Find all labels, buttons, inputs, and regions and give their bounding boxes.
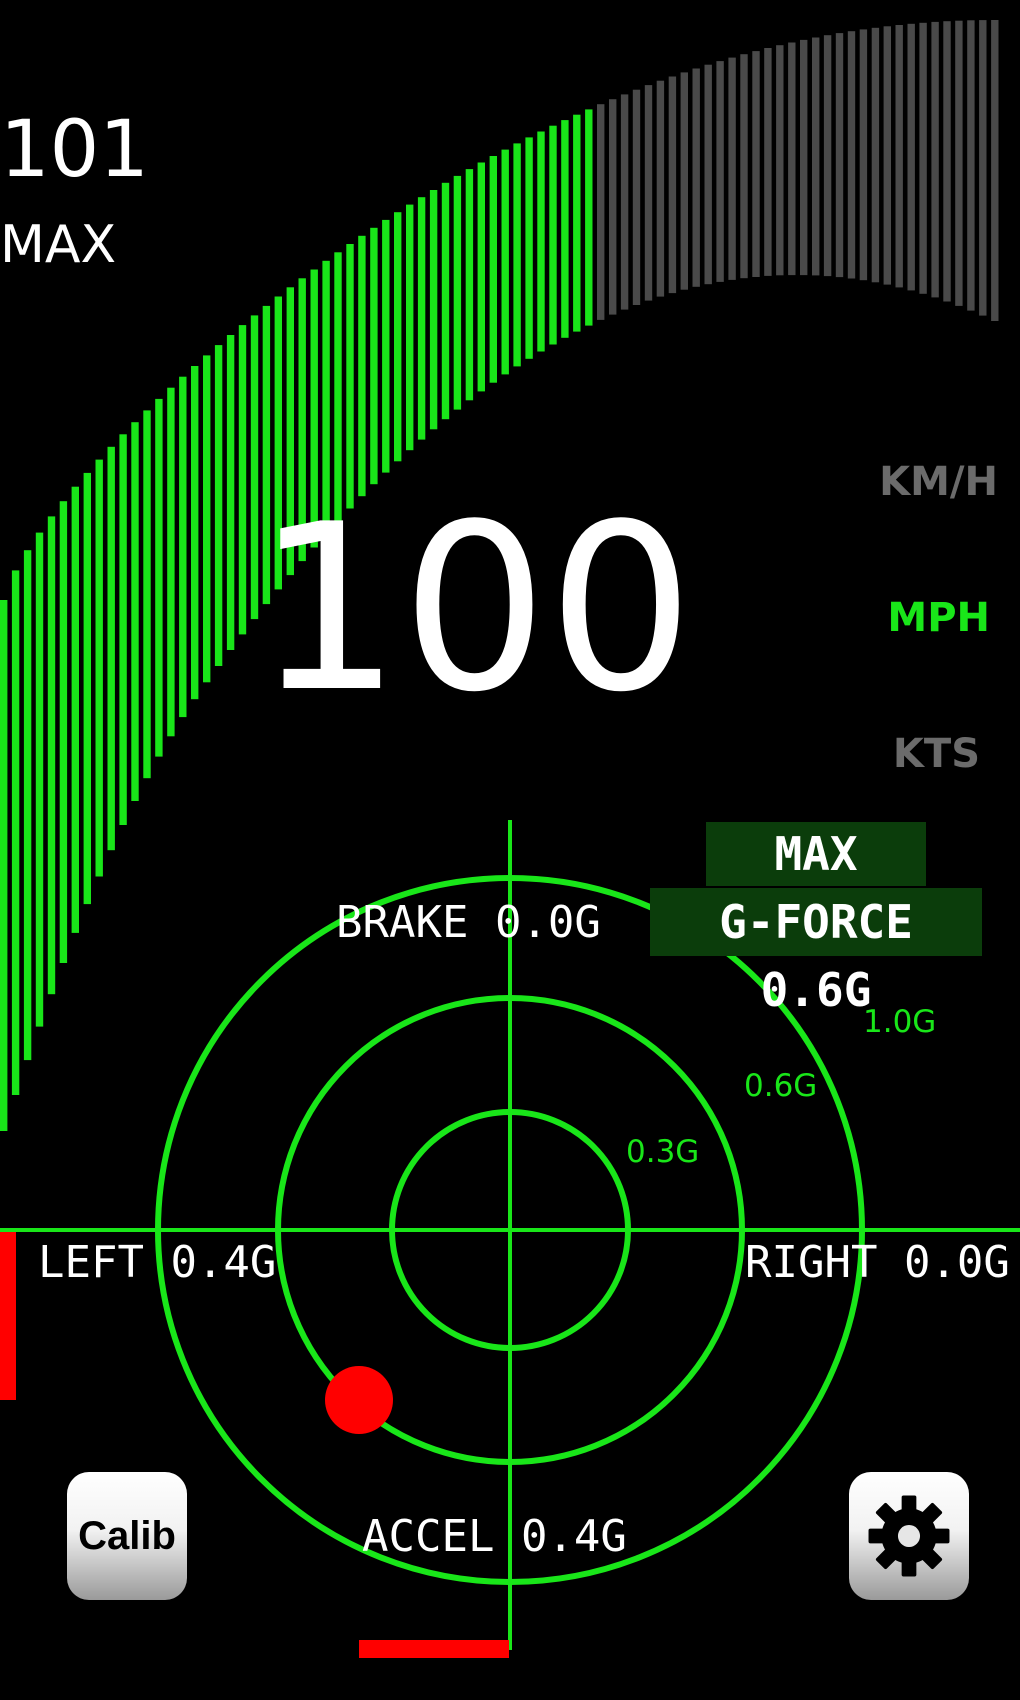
speed-bar bbox=[943, 21, 951, 302]
speed-bar bbox=[35, 532, 44, 1027]
speed-bar bbox=[406, 204, 414, 451]
speed-bar bbox=[620, 94, 629, 310]
speed-bar bbox=[871, 27, 880, 283]
speed-bar bbox=[95, 459, 103, 877]
ring-label-1g: 1.0G bbox=[863, 1004, 937, 1040]
speed-bar bbox=[23, 550, 32, 1061]
speed-bar bbox=[59, 501, 68, 963]
speed-bar bbox=[632, 89, 641, 305]
speed-bar bbox=[382, 219, 390, 473]
speed-bar bbox=[358, 235, 366, 497]
speed-bar bbox=[692, 68, 700, 287]
ring-label-06g: 0.6G bbox=[744, 1068, 818, 1104]
speed-bar bbox=[549, 125, 557, 345]
speed-bar bbox=[585, 109, 593, 326]
speed-bar bbox=[417, 197, 426, 440]
speed-bar bbox=[991, 20, 999, 321]
speed-bar bbox=[525, 137, 533, 359]
speed-bar bbox=[537, 131, 545, 352]
speed-bar bbox=[477, 162, 485, 392]
speed-bar bbox=[680, 72, 688, 290]
speed-bar bbox=[812, 37, 820, 276]
longitudinal-g-bar bbox=[359, 1640, 509, 1658]
speed-bar bbox=[131, 422, 139, 801]
speed-bar bbox=[453, 175, 462, 410]
accel-gforce-label: ACCEL 0.4G bbox=[362, 1511, 627, 1562]
speed-bar bbox=[907, 23, 915, 291]
speed-bar bbox=[823, 35, 832, 277]
speed-bar bbox=[179, 376, 187, 718]
right-gforce-label: RIGHT 0.0G bbox=[745, 1237, 1010, 1288]
speed-bar bbox=[238, 325, 247, 635]
speed-bar bbox=[191, 366, 199, 700]
speed-bar bbox=[155, 398, 163, 757]
speed-bar bbox=[752, 51, 760, 277]
speed-bar bbox=[859, 29, 868, 281]
speed-bar bbox=[513, 143, 521, 367]
speed-bar bbox=[346, 244, 354, 509]
speed-bar bbox=[107, 446, 115, 851]
speed-bar bbox=[561, 120, 569, 338]
speed-bar bbox=[764, 48, 772, 276]
speed-bar bbox=[214, 345, 223, 666]
max-speed-value: 101 bbox=[0, 105, 149, 195]
lateral-g-bar bbox=[0, 1232, 16, 1400]
speed-bar bbox=[919, 22, 927, 294]
speed-bar bbox=[800, 39, 808, 276]
speed-bar bbox=[429, 190, 438, 430]
calibrate-button[interactable]: Calib bbox=[67, 1472, 187, 1600]
speed-bar bbox=[119, 434, 127, 825]
speed-bar bbox=[11, 570, 20, 1095]
current-gforce-readout: G-FORCE 0.6G bbox=[650, 888, 982, 1017]
speed-bar bbox=[0, 600, 8, 1131]
speed-bar bbox=[465, 169, 474, 401]
speed-bar bbox=[441, 182, 450, 420]
ring-label-03g: 0.3G bbox=[626, 1134, 700, 1170]
speed-bar bbox=[668, 76, 677, 294]
speed-bar bbox=[501, 149, 509, 375]
speed-bar bbox=[716, 61, 724, 282]
speed-bar bbox=[226, 335, 235, 650]
current-speed: 100 bbox=[255, 476, 694, 743]
speed-bar bbox=[704, 64, 712, 285]
speed-bar bbox=[573, 114, 581, 332]
speed-bar bbox=[83, 472, 91, 905]
gforce-indicator-dot bbox=[325, 1366, 393, 1434]
max-speed-label: MAX bbox=[0, 215, 117, 275]
speed-bar bbox=[835, 33, 844, 278]
unit-mph-toggle[interactable]: MPH bbox=[887, 596, 990, 640]
speed-bar bbox=[143, 410, 151, 779]
speed-bar bbox=[967, 20, 975, 311]
left-gforce-label: LEFT 0.4G bbox=[38, 1237, 277, 1288]
speed-bar bbox=[203, 355, 211, 683]
speed-bar bbox=[489, 156, 497, 383]
brake-gforce-label: BRAKE 0.0G bbox=[336, 897, 601, 948]
speed-bar bbox=[394, 212, 402, 462]
speed-bar bbox=[883, 26, 891, 285]
speed-bar bbox=[788, 42, 796, 276]
speed-bar bbox=[728, 57, 736, 280]
speed-bar bbox=[644, 85, 653, 301]
speed-bar bbox=[955, 20, 963, 306]
speed-bar bbox=[370, 227, 378, 485]
unit-kts-toggle[interactable]: KTS bbox=[893, 732, 980, 776]
speed-bar bbox=[167, 387, 175, 737]
speed-bar bbox=[656, 80, 665, 297]
speed-bar bbox=[47, 516, 56, 995]
speed-bar bbox=[931, 21, 939, 298]
unit-kmh-toggle[interactable]: KM/H bbox=[879, 460, 998, 504]
speed-bar bbox=[847, 31, 856, 279]
speed-bar bbox=[979, 20, 987, 316]
speed-bar bbox=[776, 45, 784, 276]
speed-bar bbox=[71, 486, 79, 933]
max-gforce-readout: MAX 0.7G bbox=[706, 822, 926, 945]
settings-button[interactable] bbox=[849, 1472, 969, 1600]
speed-bar bbox=[609, 99, 617, 315]
speed-bar bbox=[895, 25, 903, 288]
speed-bar bbox=[597, 104, 605, 320]
speed-bar bbox=[740, 54, 748, 279]
gear-icon bbox=[868, 1495, 950, 1577]
